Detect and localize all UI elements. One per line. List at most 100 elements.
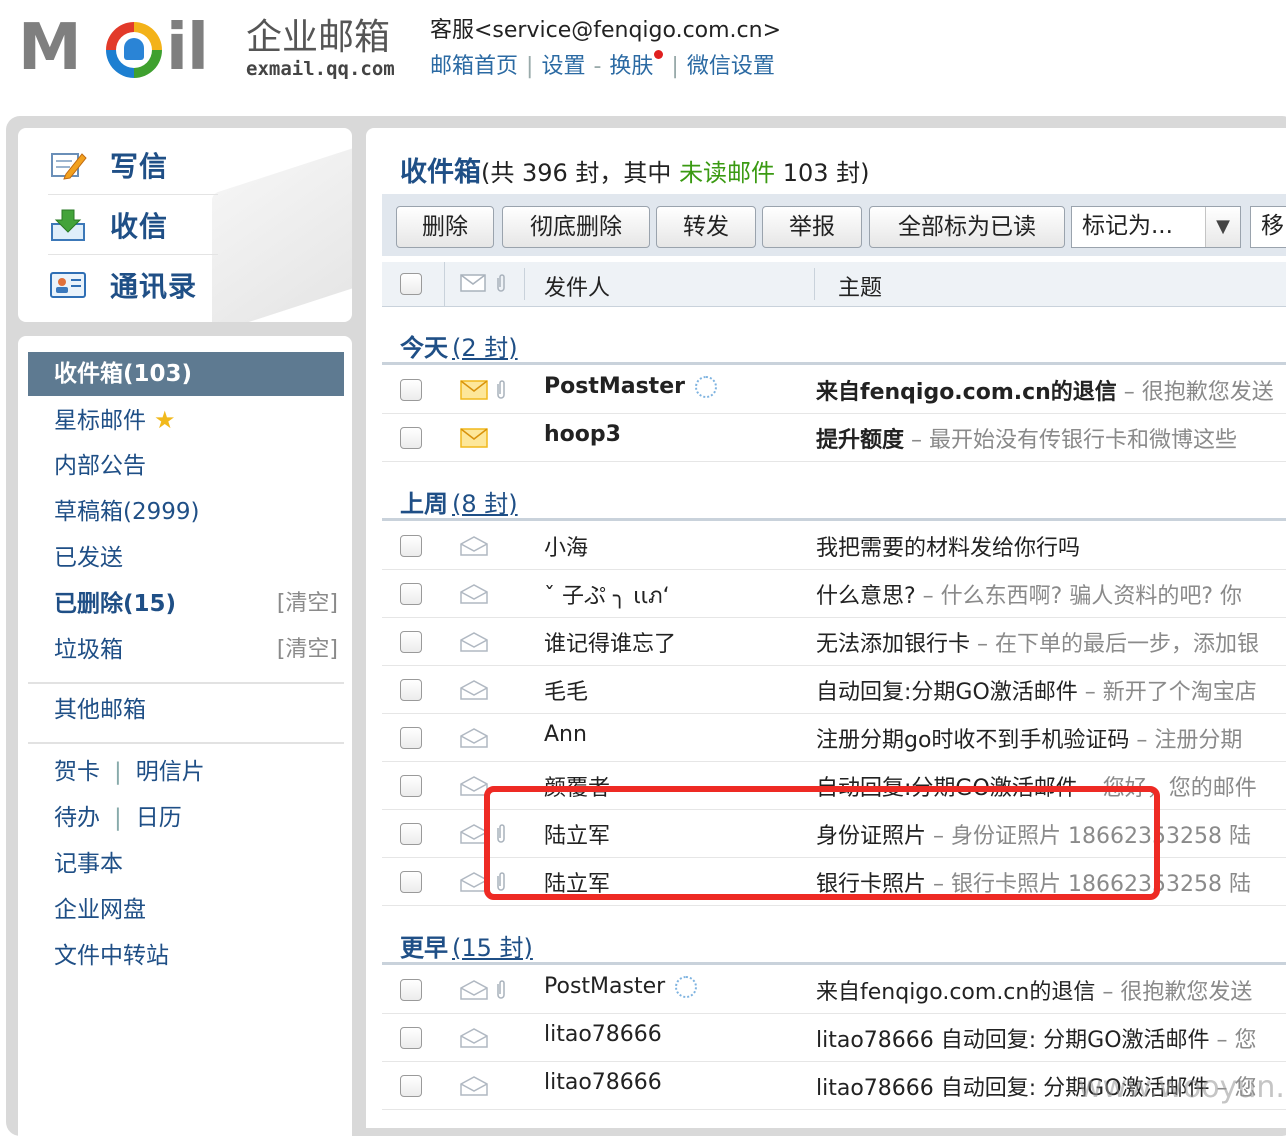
folder-starred[interactable]: 星标邮件 ★ [28,398,344,442]
mail-subject[interactable]: 注册分期go时收不到手机验证码 – 注册分期 [816,722,1286,754]
mail-subject[interactable]: 来自fenqigo.com.cn的退信 – 很抱歉您发送 [816,374,1286,406]
mail-row[interactable]: Ann 注册分期go时收不到手机验证码 – 注册分期 [382,714,1286,762]
sender-column[interactable]: 发件人 [544,270,610,302]
mail-checkbox[interactable] [400,427,422,449]
folder-notice[interactable]: 内部公告 [28,444,344,488]
mail-logo[interactable]: M il 企业邮箱 exmail.qq.com [18,8,418,88]
logo-product-name: 企业邮箱 [246,17,391,58]
mail-checkbox[interactable] [400,379,422,401]
mail-sender[interactable]: litao78666 [544,1022,662,1047]
mail-row[interactable]: 谁记得谁忘了 无法添加银行卡 – 在下单的最后一步，添加银 [382,618,1286,666]
mail-checkbox[interactable] [400,583,422,605]
folder-drafts[interactable]: 草稿箱(2999) [28,490,344,534]
sender-name: 小海 [544,536,589,561]
mail-sender[interactable]: 毛毛 [544,674,588,706]
compose-button[interactable]: 写信 [48,136,218,195]
mail-preview: – 您 [1209,1028,1257,1053]
receive-button[interactable]: 收信 [48,196,218,255]
envelope-column-icon[interactable] [460,274,486,296]
delete-button[interactable]: 删除 [396,206,494,248]
mail-row[interactable]: 小海 我把需要的材料发给你行吗 [382,522,1286,570]
mail-checkbox[interactable] [400,1027,422,1049]
mail-row[interactable]: litao78666 litao78666 自动回复: 分期GO激活邮件 – 您 [382,1014,1286,1062]
link-wechat-settings[interactable]: 微信设置 [687,54,775,79]
system-sender-icon [694,376,717,398]
folder-deleted[interactable]: 已删除(15) [清空] [28,582,344,626]
mail-subject[interactable]: 提升额度 – 最开始没有传银行卡和微博这些 [816,422,1286,454]
mail-checkbox[interactable] [400,823,422,845]
mail-sender[interactable]: 小海 [544,530,588,562]
mail-sender[interactable]: 谁记得谁忘了 [544,626,676,658]
page-title: 收件箱 [400,157,481,188]
contacts-button[interactable]: 通讯录 [48,256,218,314]
folder-label: 星标邮件 [54,408,146,434]
report-button[interactable]: 举报 [762,206,862,248]
mail-sender[interactable]: ˇ 子ぷ ╮ ιιภ‘ [544,578,670,613]
mail-checkbox[interactable] [400,535,422,557]
logo-letters-il: il [166,11,209,85]
forward-button[interactable]: 转发 [656,206,756,248]
mail-checkbox[interactable] [400,631,422,653]
red-highlight-box [484,786,1160,900]
mail-checkbox[interactable] [400,679,422,701]
purge-button[interactable]: 彻底删除 [502,206,650,248]
mail-row[interactable]: hoop3 提升额度 – 最开始没有传银行卡和微博这些 [382,414,1286,462]
link-settings[interactable]: 设置 [541,54,585,79]
folder-inbox[interactable]: 收件箱(103) [28,352,344,396]
mail-row[interactable]: PostMaster 来自fenqigo.com.cn的退信 – 很抱歉您发送 [382,366,1286,414]
mail-sender[interactable]: PostMaster [544,974,698,999]
mail-sender[interactable]: litao78666 [544,1070,662,1095]
group-divider [382,962,1286,965]
folder-trash[interactable]: 垃圾箱 [清空] [28,628,344,672]
mail-row[interactable]: ˇ 子ぷ ╮ ιιภ‘ 什么意思? – 什么东西啊? 骗人资料的吧? 你 [382,570,1286,618]
group-divider [382,518,1286,521]
mark-as-select[interactable]: 标记为... ▼ [1071,206,1241,248]
mail-sender[interactable]: PostMaster [544,374,717,399]
folder-other-mailboxes[interactable]: 其他邮箱 [28,688,344,732]
link-file-transfer[interactable]: 文件中转站 [28,934,344,978]
logo-letter-m: M [18,11,82,85]
folder-divider [28,682,344,684]
mail-row[interactable]: 毛毛 自动回复:分期GO激活邮件 – 新开了个淘宝店 [382,666,1286,714]
select-all-checkbox[interactable] [400,273,422,295]
group-count-link[interactable]: (15 封) [452,934,533,962]
mail-preview: – 新开了个淘宝店 [1077,680,1257,705]
mail-subject[interactable]: 我把需要的材料发给你行吗 [816,530,1286,562]
mail-subject[interactable]: 什么意思? – 什么东西啊? 骗人资料的吧? 你 [816,578,1286,610]
mail-subject[interactable]: 无法添加银行卡 – 在下单的最后一步，添加银 [816,626,1286,658]
link-calendar[interactable]: 日历 [136,805,182,831]
attachment-column-icon[interactable] [494,272,508,298]
contacts-label: 通讯录 [110,270,198,303]
folder-label: 文件中转站 [54,943,169,969]
subject-column[interactable]: 主题 [838,270,882,302]
read-envelope-icon [460,536,488,560]
link-mail-home[interactable]: 邮箱首页 [430,54,518,79]
mail-checkbox[interactable] [400,1075,422,1097]
mail-checkbox[interactable] [400,727,422,749]
mail-subject[interactable]: 来自fenqigo.com.cn的退信 – 很抱歉您发送 [816,974,1286,1006]
mail-subject[interactable]: 自动回复:分期GO激活邮件 – 新开了个淘宝店 [816,674,1286,706]
folder-sent[interactable]: 已发送 [28,536,344,580]
link-notes[interactable]: 记事本 [28,842,344,886]
folder-label: 已删除(15) [54,591,177,617]
mail-sender[interactable]: Ann [544,722,587,747]
mail-checkbox[interactable] [400,979,422,1001]
link-postcard[interactable]: 明信片 [136,759,205,785]
empty-trash-link[interactable]: [清空] [277,628,338,672]
empty-deleted-link[interactable]: [清空] [277,582,338,626]
move-select[interactable]: 移 [1250,206,1286,248]
link-greeting-card[interactable]: 贺卡 [54,759,100,785]
group-count-link[interactable]: (8 封) [452,490,518,518]
link-todo[interactable]: 待办 [54,805,100,831]
group-count-link[interactable]: (2 封) [452,334,518,362]
mail-checkbox[interactable] [400,775,422,797]
mail-checkbox[interactable] [400,871,422,893]
mark-all-read-button[interactable]: 全部标为已读 [869,206,1065,248]
link-netdisk[interactable]: 企业网盘 [28,888,344,932]
mail-subject[interactable]: litao78666 自动回复: 分期GO激活邮件 – 您 [816,1022,1286,1054]
mail-row[interactable]: PostMaster 来自fenqigo.com.cn的退信 – 很抱歉您发送 [382,966,1286,1014]
unread-link[interactable]: 未读邮件 [679,159,775,187]
mail-sender[interactable]: hoop3 [544,422,621,447]
link-change-skin[interactable]: 换肤 [609,54,653,79]
new-badge-dot [654,50,664,59]
